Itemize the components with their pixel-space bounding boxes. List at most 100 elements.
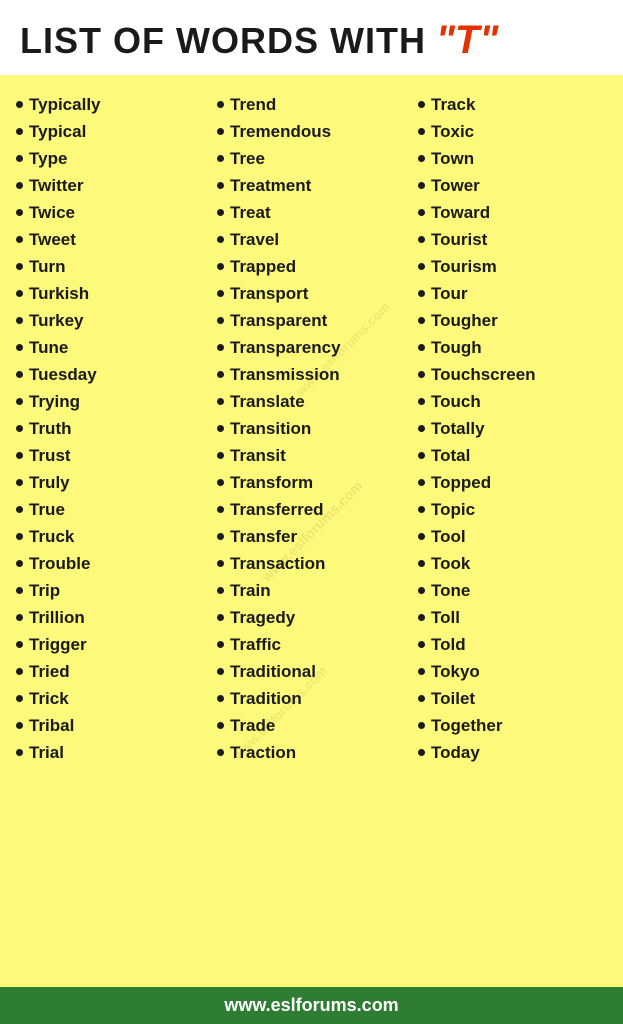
list-item: Trip	[16, 577, 205, 604]
list-item: Tourism	[418, 253, 607, 280]
word-label: Tone	[431, 581, 470, 601]
bullet-icon	[217, 425, 224, 432]
word-label: Toward	[431, 203, 490, 223]
bullet-icon	[16, 155, 23, 162]
bullet-icon	[217, 641, 224, 648]
header-letter: "T"	[436, 18, 498, 63]
list-item: Tour	[418, 280, 607, 307]
word-label: Touch	[431, 392, 481, 412]
list-item: Tuesday	[16, 361, 205, 388]
word-label: Transport	[230, 284, 308, 304]
list-item: Touch	[418, 388, 607, 415]
bullet-icon	[418, 560, 425, 567]
word-label: Together	[431, 716, 502, 736]
word-label: Trade	[230, 716, 275, 736]
word-label: Toll	[431, 608, 460, 628]
bullet-icon	[418, 749, 425, 756]
word-label: Treat	[230, 203, 271, 223]
list-item: Translate	[217, 388, 406, 415]
word-label: Trapped	[230, 257, 296, 277]
bullet-icon	[16, 317, 23, 324]
bullet-icon	[16, 425, 23, 432]
word-label: Today	[431, 743, 480, 763]
list-item: Truth	[16, 415, 205, 442]
footer-url: www.eslforums.com	[224, 995, 398, 1015]
list-item: Transferred	[217, 496, 406, 523]
word-label: Trick	[29, 689, 69, 709]
list-item: Trial	[16, 739, 205, 766]
bullet-icon	[418, 128, 425, 135]
list-item: Twice	[16, 199, 205, 226]
word-label: Trial	[29, 743, 64, 763]
word-label: Took	[431, 554, 470, 574]
bullet-icon	[217, 236, 224, 243]
bullet-icon	[217, 533, 224, 540]
bullet-icon	[16, 398, 23, 405]
bullet-icon	[217, 128, 224, 135]
list-item: Tower	[418, 172, 607, 199]
list-item: Traction	[217, 739, 406, 766]
bullet-icon	[217, 722, 224, 729]
bullet-icon	[16, 209, 23, 216]
word-label: Tremendous	[230, 122, 331, 142]
word-label: Topic	[431, 500, 475, 520]
word-label: Tree	[230, 149, 265, 169]
word-label: Twitter	[29, 176, 83, 196]
bullet-icon	[217, 344, 224, 351]
list-item: Tried	[16, 658, 205, 685]
bullet-icon	[217, 668, 224, 675]
word-label: Tune	[29, 338, 68, 358]
bullet-icon	[217, 749, 224, 756]
list-item: Together	[418, 712, 607, 739]
word-label: Transition	[230, 419, 311, 439]
word-label: Track	[431, 95, 475, 115]
list-item: Transaction	[217, 550, 406, 577]
bullet-icon	[217, 506, 224, 513]
bullet-icon	[418, 452, 425, 459]
bullet-icon	[217, 182, 224, 189]
bullet-icon	[16, 533, 23, 540]
list-item: Turkish	[16, 280, 205, 307]
word-label: Tokyo	[431, 662, 480, 682]
bullet-icon	[217, 587, 224, 594]
list-item: Transparency	[217, 334, 406, 361]
bullet-icon	[217, 101, 224, 108]
list-item: Toward	[418, 199, 607, 226]
bullet-icon	[16, 614, 23, 621]
bullet-icon	[16, 668, 23, 675]
word-label: Trying	[29, 392, 80, 412]
list-item: Tune	[16, 334, 205, 361]
bullet-icon	[16, 695, 23, 702]
word-label: Translate	[230, 392, 305, 412]
word-label: Travel	[230, 230, 279, 250]
word-label: Turkish	[29, 284, 89, 304]
content-area: www.eslforums.com www.eslforums.com www.…	[0, 75, 623, 987]
word-label: Transferred	[230, 500, 324, 520]
list-item: Took	[418, 550, 607, 577]
word-label: Transfer	[230, 527, 297, 547]
word-label: Train	[230, 581, 271, 601]
list-item: Toll	[418, 604, 607, 631]
word-label: Tweet	[29, 230, 76, 250]
word-label: Tourist	[431, 230, 487, 250]
word-label: Toxic	[431, 122, 474, 142]
bullet-icon	[418, 263, 425, 270]
bullet-icon	[16, 641, 23, 648]
bullet-icon	[418, 398, 425, 405]
word-label: Tribal	[29, 716, 74, 736]
list-item: Twitter	[16, 172, 205, 199]
word-label: Truth	[29, 419, 72, 439]
word-label: Topped	[431, 473, 491, 493]
bullet-icon	[418, 209, 425, 216]
bullet-icon	[418, 101, 425, 108]
word-label: Trillion	[29, 608, 85, 628]
list-item: Tough	[418, 334, 607, 361]
list-item: Town	[418, 145, 607, 172]
word-label: Truck	[29, 527, 74, 547]
list-item: Tokyo	[418, 658, 607, 685]
list-item: Topic	[418, 496, 607, 523]
word-label: Tourism	[431, 257, 497, 277]
bullet-icon	[418, 344, 425, 351]
word-label: Tradition	[230, 689, 302, 709]
word-label: Type	[29, 149, 67, 169]
